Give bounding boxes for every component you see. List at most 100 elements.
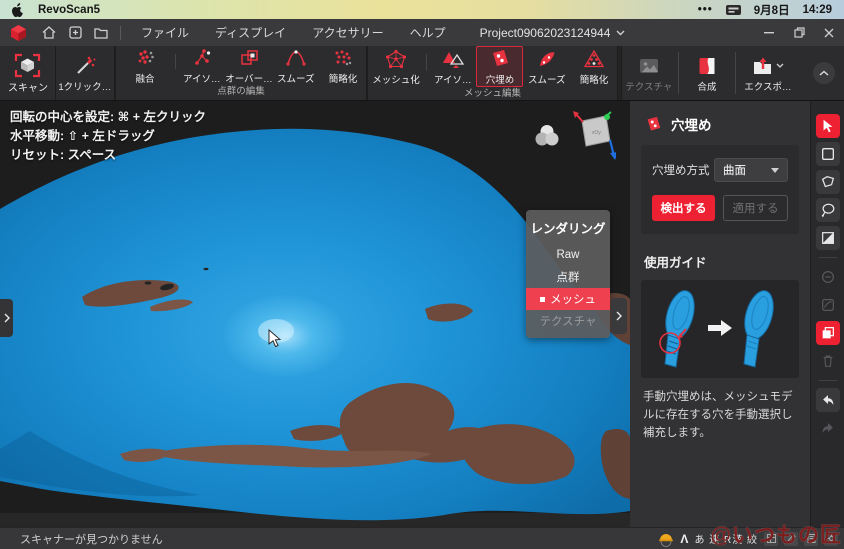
one-click-button[interactable]: 1クリック… (56, 46, 114, 100)
rectangle-icon (820, 146, 836, 162)
simplify-points-icon (332, 48, 354, 68)
deselect-button (816, 265, 840, 289)
ime-helmet-icon[interactable] (658, 531, 674, 547)
project-selector[interactable]: Project09062023124944 (480, 26, 626, 40)
mesh-smooth-button[interactable]: スムーズ (523, 46, 570, 87)
rendering-option-pointcloud[interactable]: 点群 (526, 266, 610, 288)
magic-wand-icon (74, 56, 96, 76)
method-select[interactable]: 曲面 (714, 158, 788, 182)
point-isolation-button[interactable]: アイソ… (178, 46, 225, 85)
ribbon-toolbar: スキャン 1クリック… 融合 アイソ… オーバー… スムーズ (0, 46, 844, 101)
redo-icon (820, 420, 836, 436)
polygon-select-button[interactable] (816, 170, 840, 194)
smooth-mesh-icon (536, 49, 558, 69)
patch-tool-icon (820, 297, 836, 313)
ime-caret-icon[interactable]: Λ (680, 532, 688, 546)
scan-icon (14, 53, 41, 78)
left-panel-expand-tab[interactable] (0, 299, 13, 337)
restore-button[interactable] (784, 19, 814, 46)
overlap-icon (238, 48, 260, 68)
close-button[interactable] (814, 19, 844, 46)
circle-tool-icon (820, 269, 836, 285)
menu-display[interactable]: ディスプレイ (215, 24, 286, 41)
rendering-title: レンダリング (526, 210, 610, 244)
redo-button (816, 416, 840, 440)
panel-title: 穴埋め (671, 114, 712, 134)
fusion-button[interactable]: 融合 (116, 46, 173, 85)
fusion-icon (134, 48, 156, 68)
chevron-down-icon (776, 63, 784, 68)
isolation-mesh-icon (442, 49, 464, 69)
menu-file[interactable]: ファイル (141, 24, 189, 41)
overlapping-squares-icon (820, 325, 836, 341)
point-smooth-button[interactable]: スムーズ (272, 46, 319, 85)
menubar-more-icon[interactable]: ••• (698, 4, 713, 16)
menu-accessory[interactable]: アクセサリー (312, 24, 383, 41)
input-source-icon[interactable] (726, 4, 741, 16)
composite-icon (697, 56, 717, 76)
menubar-app-name[interactable]: RevoScan5 (38, 4, 100, 16)
meshify-button[interactable]: メッシュ化 (368, 46, 424, 87)
invert-selection-button[interactable] (816, 226, 840, 250)
usage-guide-title: 使用ガイド (644, 252, 796, 271)
simplify-mesh-icon (583, 49, 605, 69)
delete-button (816, 349, 840, 373)
meshify-icon (385, 49, 407, 69)
new-project-icon[interactable] (62, 23, 88, 43)
svg-text:xOy: xOy (592, 130, 601, 136)
light-widget-icon[interactable] (534, 123, 560, 154)
menu-help[interactable]: ヘルプ (410, 24, 446, 41)
connected-region-button[interactable] (816, 321, 840, 345)
chevron-right-icon (4, 313, 10, 323)
select-cursor-button[interactable] (816, 114, 840, 138)
mesh-isolation-button[interactable]: アイソ… (429, 46, 476, 87)
export-button[interactable]: エクスポ… (738, 46, 798, 100)
undo-button[interactable] (816, 388, 840, 412)
isolation-points-icon (191, 48, 213, 68)
toolbar-separator (735, 52, 736, 94)
revoscan-logo-icon (10, 24, 27, 42)
hole-fill-panel: 穴埋め 穴埋め方式 曲面 検出する 適用する 使用ガイド (630, 101, 810, 527)
trash-icon (820, 353, 836, 369)
lasso-icon (820, 202, 836, 218)
mouse-cursor (268, 329, 281, 353)
toolbar-separator (678, 52, 679, 94)
hole-fill-settings-card: 穴埋め方式 曲面 検出する 適用する (641, 145, 799, 234)
point-simplify-button[interactable]: 簡略化 (319, 46, 366, 85)
overlap-button[interactable]: オーバー… (225, 46, 272, 85)
home-icon[interactable] (36, 23, 62, 43)
hint-reset: リセット: スペース (10, 146, 206, 165)
right-panel-collapse-tab[interactable] (611, 298, 627, 334)
scanner-status-message: スキャナーが見つかりません (0, 531, 163, 547)
rendering-panel: レンダリング Raw 点群 メッシュ テクスチャ (526, 210, 610, 338)
watermark: @いつもの匠 (711, 519, 842, 549)
cursor-icon (820, 118, 836, 134)
half-filled-square-icon (820, 230, 836, 246)
rendering-option-texture: テクスチャ (526, 310, 610, 332)
apply-button[interactable]: 適用する (723, 195, 788, 221)
texture-icon (638, 56, 660, 76)
open-folder-icon[interactable] (88, 23, 114, 43)
viewport-3d[interactable]: 回転の中心を設定: ⌘ + 左クリック 水平移動: ⇧ + 左ドラッグ リセット… (0, 101, 630, 527)
menubar-time[interactable]: 14:29 (803, 4, 832, 16)
scan-button[interactable]: スキャン (0, 46, 56, 100)
rail-divider (819, 257, 837, 258)
lasso-select-button[interactable] (816, 198, 840, 222)
selection-tool-rail (810, 101, 844, 527)
mesh-simplify-button[interactable]: 簡略化 (570, 46, 617, 87)
apple-logo-icon[interactable] (12, 3, 24, 17)
macos-menubar: RevoScan5 ••• 9月8日 14:29 (0, 0, 844, 19)
group-label-point-cloud: 点群の編集 (116, 85, 366, 100)
menubar-date[interactable]: 9月8日 (754, 2, 790, 18)
rendering-option-raw[interactable]: Raw (526, 244, 610, 266)
smooth-points-icon (285, 48, 307, 68)
ribbon-collapse-button[interactable] (813, 62, 835, 84)
detect-button[interactable]: 検出する (652, 195, 715, 221)
hole-fill-icon (644, 116, 663, 133)
rectangle-select-button[interactable] (816, 142, 840, 166)
hole-fill-button[interactable]: 穴埋め (476, 46, 523, 87)
minimize-button[interactable] (754, 19, 784, 46)
composite-button[interactable]: 合成 (681, 46, 733, 100)
navigation-cube[interactable]: xOy (570, 109, 616, 166)
rendering-option-mesh[interactable]: メッシュ (526, 288, 610, 310)
